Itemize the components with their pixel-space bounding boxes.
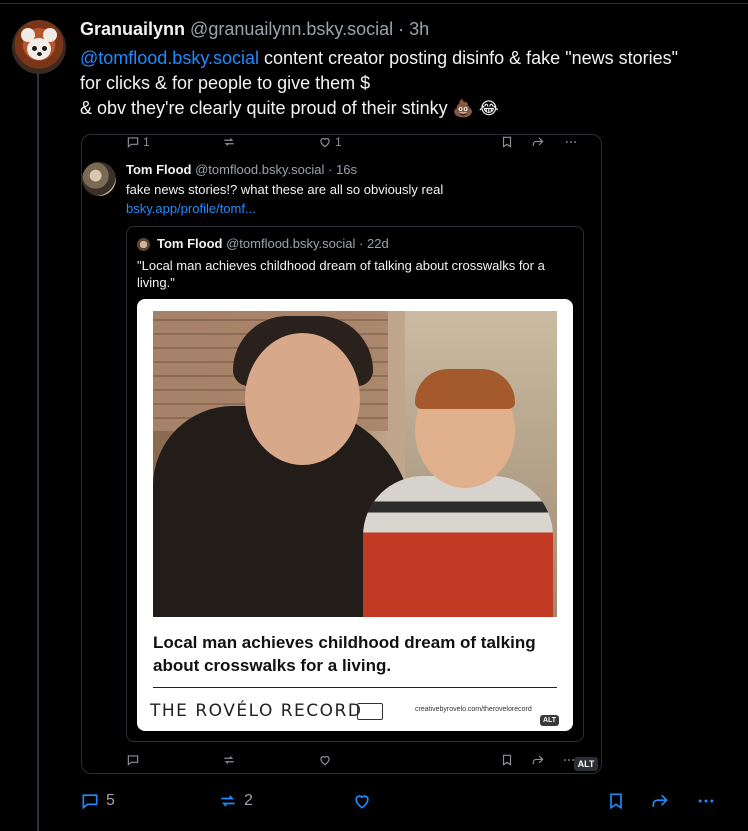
heart-icon (320, 138, 330, 148)
like-button[interactable] (352, 791, 372, 811)
separator: · (398, 19, 405, 39)
more-icon (565, 141, 577, 143)
reply-icon (127, 137, 139, 148)
inner-quote-header: Tom Flood @tomflood.bsky.social · 22d (157, 236, 389, 251)
repost-icon (221, 795, 235, 807)
inner-quote-text: "Local man achieves childhood dream of t… (137, 258, 545, 290)
bookmark-button[interactable] (606, 791, 626, 811)
avatar[interactable] (12, 20, 66, 74)
laughing-emoji: 😂 (478, 99, 499, 119)
reply-button[interactable]: 1 (126, 135, 150, 149)
like-button[interactable] (318, 753, 332, 767)
more-icon (698, 799, 714, 803)
repost-count: 2 (244, 792, 253, 809)
reply-count: 1 (143, 135, 150, 149)
photo (153, 311, 557, 617)
reply-count: 5 (106, 792, 115, 809)
share-button[interactable] (531, 135, 545, 149)
quoted-post-card[interactable]: 1 1 Tom Flood @tomflood.bsky.social · 16… (81, 134, 602, 774)
top-divider (0, 3, 748, 4)
quoted-post-header: Tom Flood @tomflood.bsky.social · 16s (126, 162, 357, 177)
heart-icon (355, 795, 369, 809)
post-header: Granuailynn @granuailynn.bsky.social · 3… (80, 19, 429, 40)
separator: · (359, 236, 364, 251)
bookmark-icon (502, 136, 512, 148)
like-button[interactable]: 1 (318, 135, 342, 149)
share-button[interactable] (650, 791, 670, 811)
share-icon (652, 794, 668, 807)
share-icon (532, 755, 544, 765)
bookmark-button[interactable] (500, 135, 514, 149)
reply-icon (82, 794, 98, 810)
quoted-actions-top: 1 1 (82, 135, 601, 153)
author-name[interactable]: Granuailynn (80, 19, 185, 39)
repost-button[interactable] (222, 135, 236, 149)
quoted-author-avatar[interactable] (82, 162, 116, 196)
alt-badge[interactable]: ALT (540, 715, 559, 726)
thread-line (37, 72, 39, 831)
brand-logo-mark (357, 703, 383, 720)
heart-icon (320, 756, 330, 766)
reply-icon (127, 755, 139, 766)
quoted-post-time[interactable]: 16s (336, 162, 357, 177)
share-button[interactable] (531, 753, 545, 767)
reply-button[interactable]: 5 (80, 791, 115, 811)
bookmark-icon (502, 754, 512, 766)
post-actions: 5 2 (0, 791, 748, 813)
poop-emoji: 💩 (452, 99, 474, 119)
mention-link[interactable]: @tomflood.bsky.social (80, 48, 259, 68)
share-icon (532, 137, 544, 147)
bookmark-icon (610, 793, 622, 810)
quoted-post-text: fake news stories!? what these are all s… (126, 182, 444, 197)
image-card[interactable]: Local man achieves childhood dream of ta… (137, 299, 573, 731)
card-headline: Local man achieves childhood dream of ta… (153, 633, 536, 675)
inner-quote-avatar[interactable] (137, 238, 150, 251)
brand-logo: THE ROVÉLO RECORD (150, 701, 363, 721)
repost-icon (224, 756, 234, 764)
author-handle[interactable]: @granuailynn.bsky.social (190, 19, 393, 39)
inner-quote-card[interactable]: Tom Flood @tomflood.bsky.social · 22d "L… (126, 226, 584, 742)
quoted-author-handle[interactable]: @tomflood.bsky.social (195, 162, 324, 177)
quoted-post-link[interactable]: bsky.app/profile/tomf... (126, 201, 256, 216)
card-divider (153, 687, 557, 688)
more-button[interactable] (564, 135, 578, 149)
quoted-actions-bottom (82, 753, 601, 771)
like-count: 1 (335, 135, 342, 149)
separator: · (328, 162, 333, 177)
quoted-author-name[interactable]: Tom Flood (126, 162, 191, 177)
inner-post-time[interactable]: 22d (367, 236, 389, 251)
inner-author-handle[interactable]: @tomflood.bsky.social (226, 236, 355, 251)
post-time[interactable]: 3h (409, 19, 429, 39)
post-text-line2: & obv they're clearly quite proud of the… (80, 98, 448, 118)
more-button[interactable] (696, 791, 716, 811)
card-site-url: creativebyrovelo.com/therovelorecord (415, 706, 532, 713)
inner-author-name[interactable]: Tom Flood (157, 236, 222, 251)
alt-badge[interactable]: ALT (574, 757, 598, 771)
repost-button[interactable]: 2 (218, 791, 253, 811)
repost-button[interactable] (222, 753, 236, 767)
reply-button[interactable] (126, 753, 140, 767)
bookmark-button[interactable] (500, 753, 514, 767)
repost-icon (224, 138, 234, 146)
post-text: @tomflood.bsky.social content creator po… (80, 46, 700, 122)
